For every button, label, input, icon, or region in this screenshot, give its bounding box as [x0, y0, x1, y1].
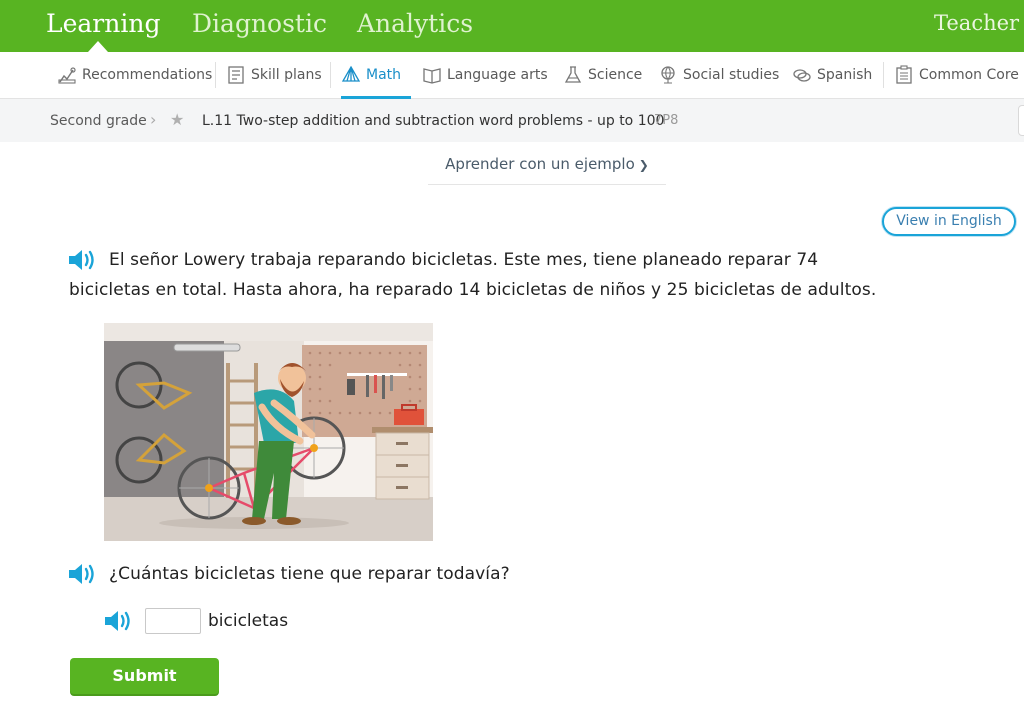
tab-diagnostic[interactable]: Diagnostic — [192, 0, 327, 52]
tab-analytics[interactable]: Analytics — [357, 0, 473, 52]
subject-spanish[interactable]: Spanish — [792, 52, 872, 98]
subject-common-core[interactable]: Common Core — [894, 52, 1019, 98]
subject-label: Language arts — [447, 67, 548, 83]
subject-label: Recommendations — [82, 67, 213, 83]
subject-bar: Recommendations Skill plans Math Languag… — [0, 52, 1024, 99]
science-icon — [564, 66, 582, 83]
subject-language-arts[interactable]: Language arts — [422, 52, 548, 98]
social-studies-icon — [661, 66, 675, 84]
answer-unit: bicicletas — [208, 611, 289, 631]
active-tab-caret — [88, 41, 108, 52]
subject-math[interactable]: Math — [341, 52, 412, 99]
chevron-down-icon: ❯ — [638, 158, 649, 172]
subject-label: Common Core — [919, 67, 1019, 83]
subject-label: Skill plans — [251, 67, 322, 83]
chevron-right-icon: › — [150, 110, 157, 129]
question-prompt: ¿Cuántas bicicletas tiene que reparar to… — [109, 564, 510, 584]
submit-button[interactable]: Submit — [70, 658, 219, 694]
learn-with-example-toggle[interactable]: Aprender con un ejemplo ❯ — [428, 144, 666, 185]
search-box-edge[interactable] — [1018, 105, 1024, 136]
divider — [215, 62, 216, 88]
question-text-line-2: bicicletas en total. Hasta ahora, ha rep… — [69, 280, 877, 300]
audio-speaker-icon[interactable] — [103, 608, 135, 634]
audio-speaker-icon[interactable] — [67, 561, 99, 587]
breadcrumb-skill-title: L.11 Two-step addition and subtraction w… — [202, 113, 665, 129]
subject-social-studies[interactable]: Social studies — [658, 52, 779, 98]
breadcrumb: Second grade › ★ L.11 Two-step addition … — [0, 99, 1024, 142]
language-arts-icon — [423, 68, 441, 84]
subject-skill-plans[interactable]: Skill plans — [226, 52, 322, 98]
question-text-line-1: El señor Lowery trabaja reparando bicicl… — [109, 250, 819, 270]
divider — [330, 62, 331, 88]
subject-label: Spanish — [817, 67, 873, 83]
breadcrumb-grade[interactable]: Second grade — [50, 113, 147, 129]
spanish-icon — [793, 69, 811, 82]
skill-code: 7P8 — [654, 113, 679, 128]
subject-label: Social studies — [683, 67, 780, 83]
subject-label: Science — [588, 67, 643, 83]
top-nav: Learning Diagnostic Analytics Teacher re — [0, 0, 1024, 52]
subject-recommendations[interactable]: Recommendations — [57, 52, 212, 98]
recommendations-icon — [58, 67, 76, 84]
teacher-resources-link[interactable]: Teacher re — [934, 0, 1024, 52]
skill-plans-icon — [228, 66, 244, 84]
view-in-english-button[interactable]: View in English — [882, 207, 1016, 236]
subject-label: Math — [366, 67, 402, 83]
star-icon[interactable]: ★ — [170, 110, 184, 129]
answer-input[interactable] — [145, 608, 201, 634]
bike-repair-illustration — [104, 323, 433, 541]
audio-speaker-icon[interactable] — [67, 247, 99, 273]
common-core-icon — [896, 65, 912, 84]
learn-with-example-label: Aprender con un ejemplo — [445, 155, 635, 173]
math-icon — [341, 65, 361, 82]
subject-science[interactable]: Science — [563, 52, 642, 98]
divider — [883, 62, 884, 88]
